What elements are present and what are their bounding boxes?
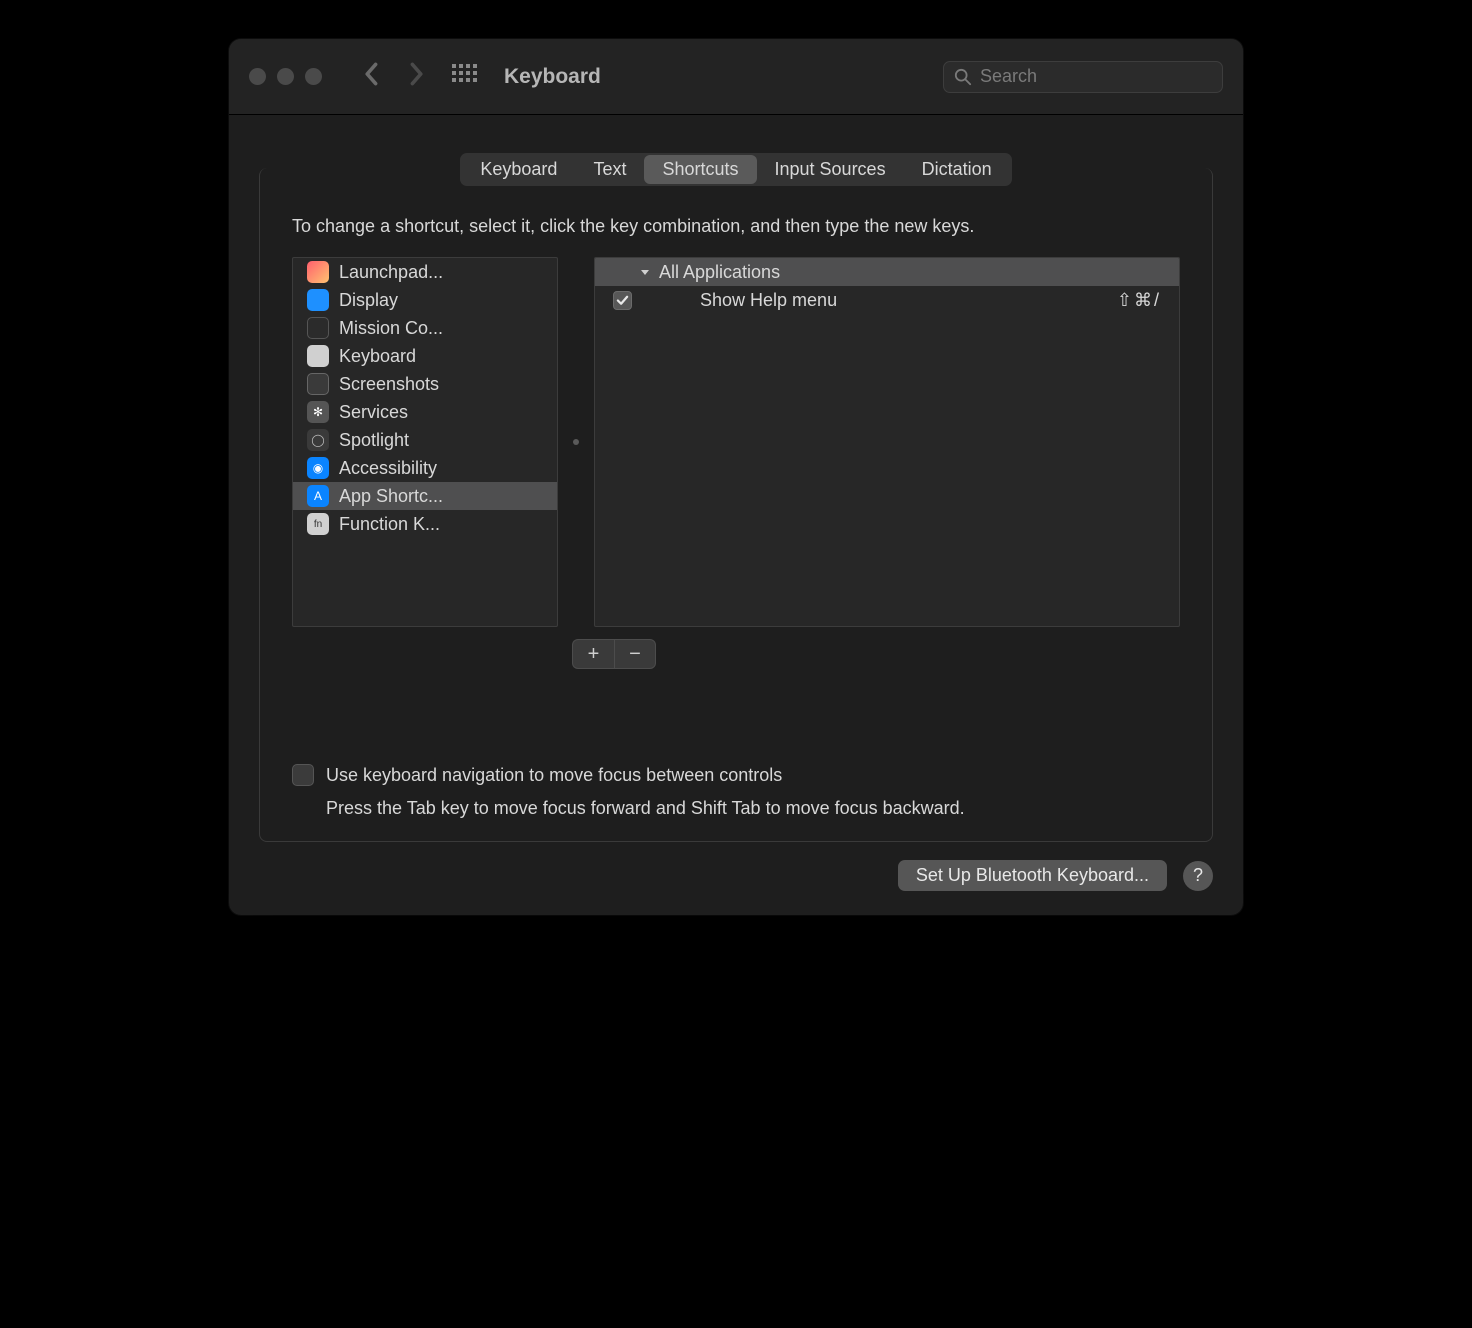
category-mission-control[interactable]: Mission Co...	[293, 314, 557, 342]
services-icon: ✻	[307, 401, 329, 423]
shortcut-item-row[interactable]: Show Help menu ⇧⌘/	[595, 286, 1179, 314]
category-list[interactable]: Launchpad... Display Mission Co... Keybo…	[292, 257, 558, 627]
zoom-window-button[interactable]	[305, 68, 322, 85]
add-shortcut-button[interactable]: +	[572, 639, 614, 669]
window-controls	[249, 68, 322, 85]
disclosure-triangle-icon[interactable]	[639, 266, 651, 278]
show-all-icon[interactable]	[452, 64, 478, 89]
category-label: Mission Co...	[339, 318, 443, 339]
shortcut-enabled-checkbox[interactable]	[613, 291, 632, 310]
category-label: App Shortc...	[339, 486, 443, 507]
accessibility-icon: ◉	[307, 457, 329, 479]
app-shortcuts-icon: A	[307, 485, 329, 507]
search-icon	[954, 68, 972, 86]
category-services[interactable]: ✻ Services	[293, 398, 557, 426]
shortcut-list[interactable]: All Applications Show Help menu ⇧⌘/	[594, 257, 1180, 627]
category-app-shortcuts[interactable]: A App Shortc...	[293, 482, 557, 510]
shortcut-group-row[interactable]: All Applications	[595, 258, 1179, 286]
category-spotlight[interactable]: ◯ Spotlight	[293, 426, 557, 454]
forward-button[interactable]	[408, 62, 424, 91]
help-button[interactable]: ?	[1183, 861, 1213, 891]
keyboard-nav-row: Use keyboard navigation to move focus be…	[292, 764, 1180, 786]
category-label: Keyboard	[339, 346, 416, 367]
category-label: Screenshots	[339, 374, 439, 395]
category-label: Function K...	[339, 514, 440, 535]
category-keyboard[interactable]: Keyboard	[293, 342, 557, 370]
launchpad-icon	[307, 261, 329, 283]
setup-bluetooth-keyboard-button[interactable]: Set Up Bluetooth Keyboard...	[898, 860, 1167, 891]
display-icon	[307, 289, 329, 311]
add-remove-controls: + −	[572, 639, 1180, 669]
keyboard-nav-checkbox[interactable]	[292, 764, 314, 786]
nav-buttons	[364, 62, 424, 91]
category-label: Launchpad...	[339, 262, 443, 283]
minimize-window-button[interactable]	[277, 68, 294, 85]
keyboard-icon	[307, 345, 329, 367]
window-title: Keyboard	[504, 65, 601, 89]
category-screenshots[interactable]: Screenshots	[293, 370, 557, 398]
shortcut-label: Show Help menu	[700, 290, 837, 311]
spotlight-icon: ◯	[307, 429, 329, 451]
panels: Launchpad... Display Mission Co... Keybo…	[292, 257, 1180, 627]
keyboard-preferences-window: Keyboard Search Keyboard Text Shortcuts …	[229, 39, 1243, 915]
category-label: Spotlight	[339, 430, 409, 451]
keyboard-nav-description: Press the Tab key to move focus forward …	[326, 798, 1180, 819]
back-button[interactable]	[364, 62, 380, 91]
category-function-keys[interactable]: fn Function K...	[293, 510, 557, 538]
category-label: Display	[339, 290, 398, 311]
category-accessibility[interactable]: ◉ Accessibility	[293, 454, 557, 482]
search-field[interactable]: Search	[943, 61, 1223, 93]
keyboard-nav-label: Use keyboard navigation to move focus be…	[326, 765, 782, 786]
screenshots-icon	[307, 373, 329, 395]
shortcuts-group: To change a shortcut, select it, click t…	[259, 168, 1213, 842]
mission-control-icon	[307, 317, 329, 339]
category-launchpad[interactable]: Launchpad...	[293, 258, 557, 286]
instruction-text: To change a shortcut, select it, click t…	[292, 216, 1180, 237]
resize-handle[interactable]	[572, 257, 580, 627]
fn-icon: fn	[307, 513, 329, 535]
footer: Set Up Bluetooth Keyboard... ?	[229, 842, 1243, 915]
close-window-button[interactable]	[249, 68, 266, 85]
remove-shortcut-button[interactable]: −	[614, 639, 656, 669]
category-label: Accessibility	[339, 458, 437, 479]
category-label: Services	[339, 402, 408, 423]
category-display[interactable]: Display	[293, 286, 557, 314]
shortcut-keys[interactable]: ⇧⌘/	[1117, 290, 1161, 311]
shortcut-group-label: All Applications	[659, 262, 780, 283]
search-placeholder: Search	[980, 66, 1037, 87]
titlebar: Keyboard Search	[229, 39, 1243, 115]
